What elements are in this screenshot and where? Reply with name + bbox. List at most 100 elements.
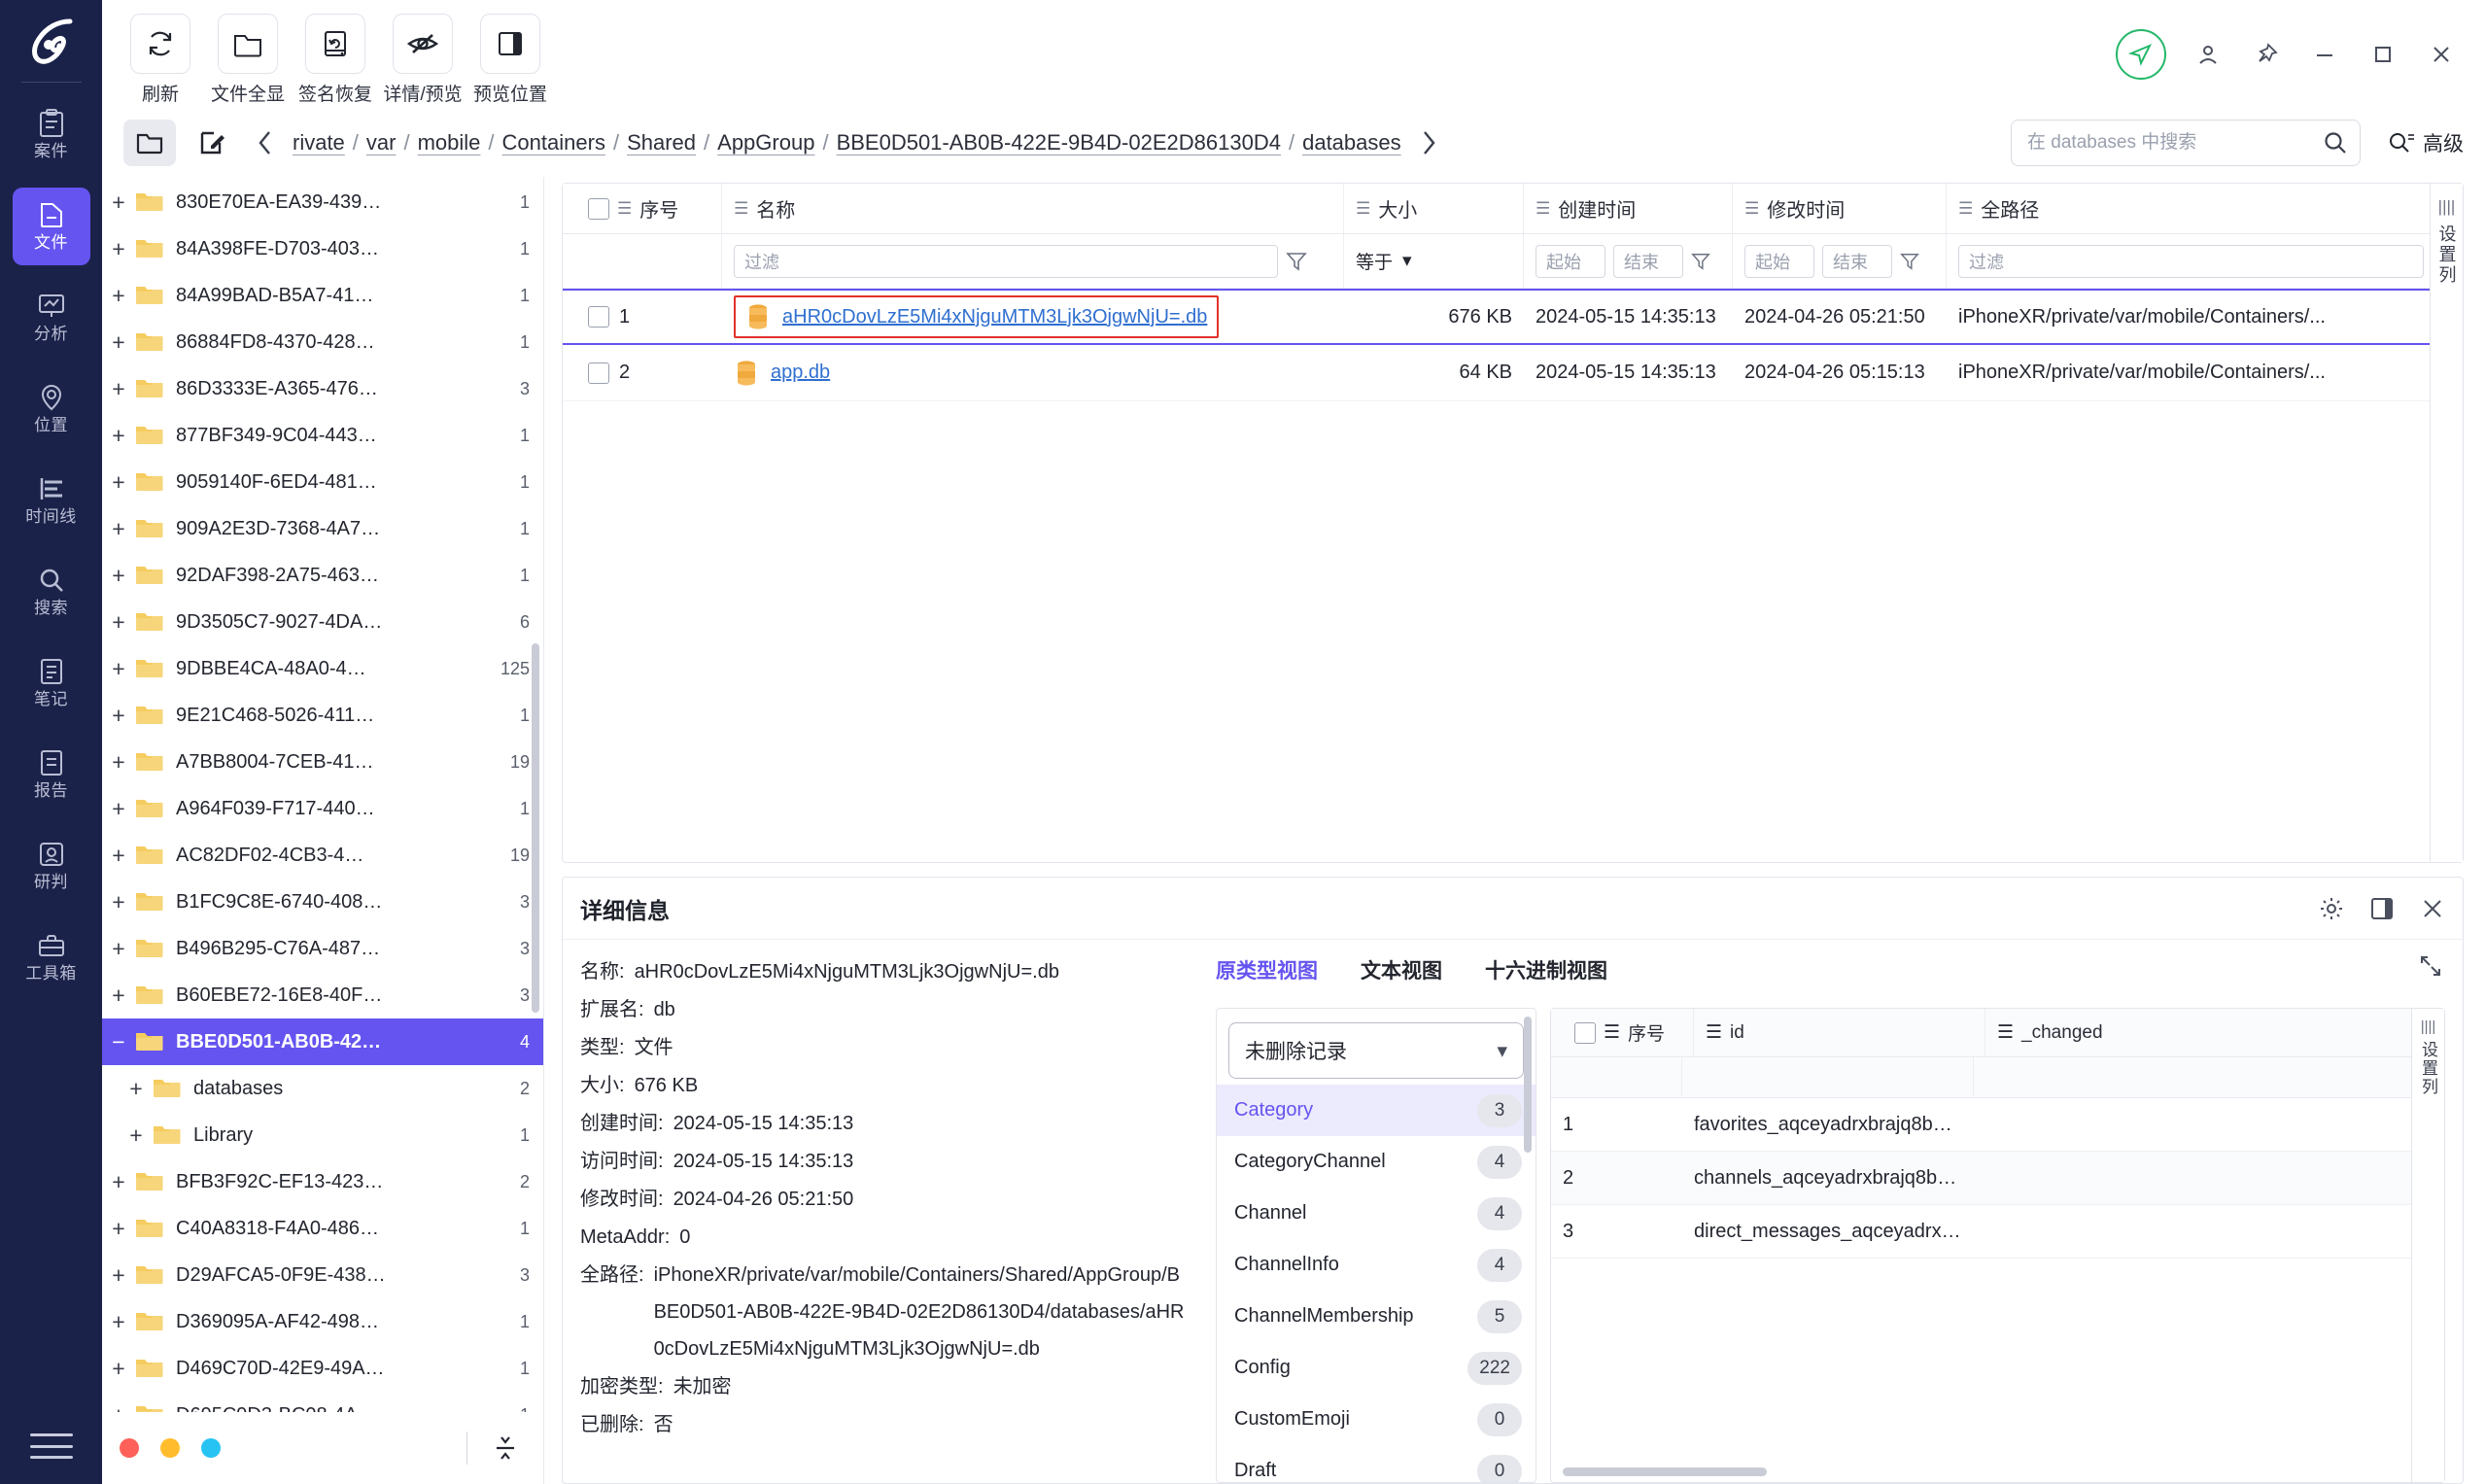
tree-toggle-icon[interactable]: + <box>102 1356 135 1382</box>
tab-native-view[interactable]: 原类型视图 <box>1216 955 1318 994</box>
tree-toggle-icon[interactable]: + <box>102 1169 135 1195</box>
header-size[interactable]: ☰ 大小 <box>1344 184 1524 233</box>
tree-toggle-icon[interactable]: + <box>102 563 135 589</box>
grid-filter-id[interactable] <box>1682 1057 1974 1097</box>
sidebar-item-report[interactable]: 报告 <box>13 736 90 813</box>
sidebar-item-case[interactable]: 案件 <box>13 96 90 174</box>
tree-toggle-icon[interactable]: + <box>102 190 135 216</box>
tree-node[interactable]: +9DBBE4CA-48A0-4… 125 <box>102 645 543 692</box>
breadcrumb-item[interactable]: rivate <box>293 130 345 155</box>
tree-node[interactable]: + B60EBE72-16E8-40F… 3 <box>102 972 543 1018</box>
db-table-scrollbar[interactable] <box>1524 1017 1532 1153</box>
tree-node[interactable]: +86D3333E-A365-476… 3 <box>102 365 543 412</box>
forward-button[interactable] <box>1411 121 1446 164</box>
details-preview-button[interactable]: 详情/预览 <box>383 14 463 106</box>
breadcrumb-item[interactable]: databases <box>1302 130 1401 155</box>
back-button[interactable] <box>248 121 283 164</box>
file-tree-list[interactable]: +830E70EA-EA39-439… 1 +84A398FE-D703-403… 1… <box>102 177 543 1412</box>
tree-toggle-icon[interactable]: + <box>102 609 135 636</box>
record-grid-column-settings[interactable]: |||| 设置列 <box>2411 1009 2444 1482</box>
tree-node[interactable]: +84A398FE-D703-403… 1 <box>102 225 543 272</box>
advanced-search-button[interactable]: 高级 <box>2388 128 2464 157</box>
tree-toggle-icon[interactable]: − <box>102 1029 135 1055</box>
tree-node[interactable]: + B1FC9C8E-6740-408… 3 <box>102 879 543 925</box>
grid-header-changed[interactable]: ☰ _changed <box>1985 1009 2444 1056</box>
edit-path-icon[interactable] <box>186 120 238 166</box>
header-created[interactable]: ☰ 创建时间 <box>1524 184 1733 233</box>
tree-node[interactable]: + BFB3F92C-EF13-423… 2 <box>102 1158 543 1205</box>
tree-toggle-icon[interactable]: + <box>102 983 135 1009</box>
user-icon[interactable] <box>2192 38 2225 71</box>
filter-modified-start[interactable]: 起始 <box>1744 244 1814 278</box>
row-checkbox[interactable] <box>588 362 609 384</box>
filter-name-input[interactable]: 过滤 <box>734 244 1278 278</box>
tree-node[interactable]: + databases 2 <box>102 1065 543 1112</box>
select-all-checkbox[interactable] <box>588 197 609 220</box>
tree-scrollbar[interactable] <box>532 643 539 1013</box>
tree-node[interactable]: + D469C70D-42E9-49A… 1 <box>102 1345 543 1392</box>
header-index[interactable]: ☰ 序号 <box>576 184 722 233</box>
filter-modified-end[interactable]: 结束 <box>1822 244 1892 278</box>
sidebar-item-timeline[interactable]: 时间线 <box>13 462 90 539</box>
filter-fullpath[interactable]: 过滤 <box>1947 234 2463 288</box>
tree-node[interactable]: + A7BB8004-7CEB-41… 19 <box>102 739 543 785</box>
tree-node[interactable]: + B496B295-C76A-487… 3 <box>102 925 543 972</box>
tab-hex-view[interactable]: 十六进制视图 <box>1485 955 1607 994</box>
db-table-item[interactable]: ChannelInfo 4 <box>1217 1239 1536 1291</box>
db-table-item[interactable]: Draft 0 <box>1217 1445 1536 1482</box>
filter-name[interactable]: 过滤 <box>722 234 1344 288</box>
sidebar-item-search[interactable]: 搜索 <box>13 553 90 631</box>
search-box[interactable] <box>2011 120 2361 166</box>
tree-node[interactable]: + C40A8318-F4A0-486… 1 <box>102 1205 543 1252</box>
refresh-button[interactable]: 刷新 <box>123 14 197 106</box>
filter-funnel-icon[interactable] <box>1286 251 1307 272</box>
tree-node[interactable]: + Library 1 <box>102 1112 543 1158</box>
tree-toggle-icon[interactable]: + <box>102 376 135 402</box>
tree-toggle-icon[interactable]: + <box>102 796 135 822</box>
tree-toggle-icon[interactable]: + <box>102 236 135 262</box>
tree-toggle-icon[interactable]: + <box>102 1216 135 1242</box>
db-table-item[interactable]: ChannelMembership 5 <box>1217 1291 1536 1342</box>
minimize-icon[interactable] <box>2308 38 2341 71</box>
sidebar-item-analysis[interactable]: 分析 <box>13 279 90 357</box>
signature-recover-button[interactable]: 签名恢复 <box>298 14 372 106</box>
db-table-item[interactable]: Channel 4 <box>1217 1188 1536 1239</box>
close-icon[interactable] <box>2420 896 2445 921</box>
grid-row[interactable]: 2 channels_aqceyadrxbrajq8bpuk... <box>1551 1152 2444 1205</box>
grid-row[interactable]: 3 direct_messages_aqceyadrxbraj... <box>1551 1205 2444 1259</box>
breadcrumb-item[interactable]: Shared <box>627 130 696 155</box>
tree-node[interactable]: +909A2E3D-7368-4A7… 1 <box>102 505 543 552</box>
rail-menu-button[interactable] <box>0 1430 102 1463</box>
sidebar-item-note[interactable]: 笔记 <box>13 644 90 722</box>
sidebar-item-toolbox[interactable]: 工具箱 <box>13 918 90 996</box>
tree-node[interactable]: + A964F039-F717-440… 1 <box>102 785 543 832</box>
panel-icon[interactable] <box>2369 896 2395 921</box>
tree-toggle-icon[interactable]: + <box>102 889 135 915</box>
header-modified[interactable]: ☰ 修改时间 <box>1733 184 1947 233</box>
filter-size[interactable]: 等于 ▾ <box>1344 234 1524 288</box>
file-name-cell[interactable]: aHR0cDovLzE5Mi4xNjguMTM3Ljk3OjgwNjU=.db <box>734 295 1220 338</box>
db-table-item[interactable]: CategoryChannel 4 <box>1217 1136 1536 1188</box>
filter-created-end[interactable]: 结束 <box>1613 244 1683 278</box>
db-table-item[interactable]: CustomEmoji 0 <box>1217 1394 1536 1445</box>
file-name-cell[interactable]: app.db <box>734 360 830 387</box>
filter-funnel-icon[interactable] <box>1900 252 1919 271</box>
search-input[interactable] <box>2027 132 2315 154</box>
tree-toggle-icon[interactable]: + <box>102 1262 135 1289</box>
tree-node[interactable]: + D29AFCA5-0F9E-438… 3 <box>102 1252 543 1298</box>
filter-fullpath-input[interactable]: 过滤 <box>1958 244 2424 278</box>
tree-toggle-icon[interactable]: + <box>102 1309 135 1335</box>
file-name-link[interactable]: app.db <box>771 362 830 384</box>
row-name-cell[interactable]: aHR0cDovLzE5Mi4xNjguMTM3Ljk3OjgwNjU=.db <box>722 291 1344 343</box>
tree-node[interactable]: +86884FD8-4370-428… 1 <box>102 319 543 365</box>
sidebar-item-location[interactable]: 位置 <box>13 370 90 448</box>
breadcrumb-item[interactable]: mobile <box>418 130 481 155</box>
filter-funnel-icon[interactable] <box>1691 252 1710 271</box>
tree-toggle-icon[interactable]: + <box>102 936 135 962</box>
breadcrumb-item[interactable]: var <box>366 130 397 155</box>
folder-view-icon[interactable] <box>123 120 176 166</box>
filter-created-start[interactable]: 起始 <box>1536 244 1605 278</box>
collapse-icon[interactable] <box>491 1432 520 1465</box>
send-check-icon[interactable] <box>2116 29 2166 80</box>
tree-node[interactable]: +9E21C468-5026-411… 1 <box>102 692 543 739</box>
